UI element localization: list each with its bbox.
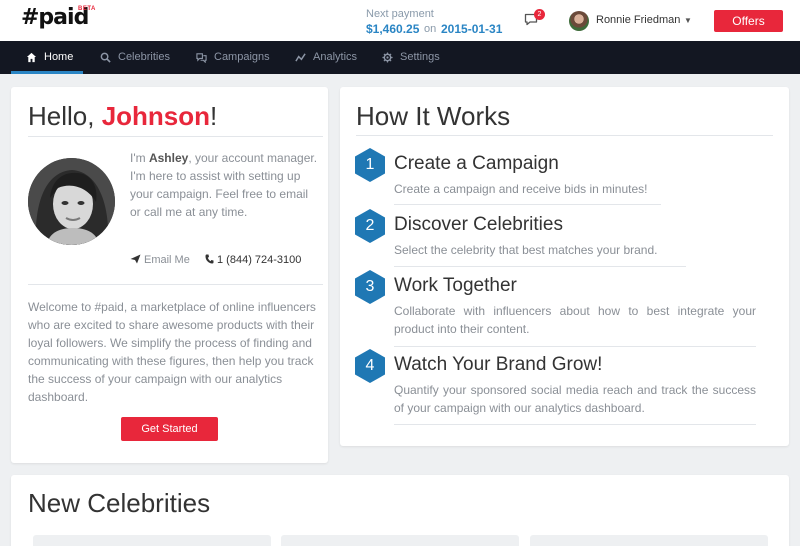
get-started-button[interactable]: Get Started	[121, 417, 218, 441]
nav-label: Celebrities	[118, 51, 170, 63]
user-name[interactable]: Ronnie Friedman	[596, 14, 680, 26]
welcome-card: Hello, Johnson! I'm Ashley, your account…	[11, 87, 328, 463]
step-title: Discover Celebrities	[394, 214, 563, 235]
manager-avatar	[28, 158, 115, 245]
divider	[394, 266, 686, 267]
step-number: 2	[365, 217, 375, 234]
divider	[28, 136, 323, 137]
gear-icon	[382, 52, 393, 63]
divider	[356, 135, 773, 136]
celebrity-tile[interactable]	[33, 535, 271, 546]
step-title: Work Together	[394, 275, 517, 296]
celebrity-tile[interactable]	[281, 535, 519, 546]
messages-count-badge: 2	[534, 9, 545, 20]
divider	[28, 284, 323, 285]
step-description: Create a campaign and receive bids in mi…	[394, 182, 648, 196]
new-celebrities-title: New Celebrities	[28, 488, 211, 518]
nav-label: Campaigns	[214, 51, 270, 63]
divider	[394, 204, 661, 205]
chart-icon	[295, 53, 306, 62]
send-icon	[130, 254, 141, 264]
main-nav: Home Celebrities Campaigns Analytics Set…	[0, 41, 800, 74]
how-it-works-card: How It Works 1 Create a Campaign Create …	[340, 87, 789, 446]
step-number: 4	[365, 357, 375, 374]
step-description: Select the celebrity that best matches y…	[394, 243, 658, 257]
how-it-works-title: How It Works	[356, 101, 511, 131]
active-tab-indicator	[11, 71, 83, 74]
new-celebrities-card: New Celebrities	[11, 475, 789, 546]
greeting-heading: Hello, Johnson!	[28, 101, 218, 131]
divider	[394, 424, 756, 425]
search-icon	[100, 52, 111, 63]
nav-label: Home	[44, 51, 74, 63]
step-number: 1	[365, 156, 375, 173]
next-payment-label: Next payment	[366, 8, 434, 20]
manager-intro-text: I'm Ashley, your account manager. I'm he…	[130, 151, 318, 219]
client-name: Johnson	[101, 101, 211, 131]
phone-icon	[205, 254, 214, 264]
step-title: Create a Campaign	[394, 153, 559, 174]
step-number: 3	[365, 278, 375, 295]
next-payment-amount: $1,460.25	[366, 22, 420, 36]
divider	[394, 346, 756, 347]
offers-button[interactable]: Offers	[714, 10, 783, 32]
top-bar: #paid BETA Next payment $1,460.25 on 201…	[0, 0, 800, 41]
phone-number[interactable]: 1 (844) 724-3100	[205, 254, 301, 266]
next-payment-on: on	[424, 23, 437, 35]
celebrity-tile[interactable]	[530, 535, 768, 546]
home-icon	[26, 52, 37, 63]
beta-badge: BETA	[78, 6, 96, 12]
user-avatar[interactable]	[569, 11, 589, 31]
nav-label: Settings	[400, 51, 440, 63]
welcome-text: Welcome to #paid, a marketplace of onlin…	[28, 300, 316, 404]
step-description: Collaborate with influencers about how t…	[394, 304, 756, 336]
step-title: Watch Your Brand Grow!	[394, 354, 603, 375]
email-me-link[interactable]: Email Me	[130, 254, 190, 266]
chevron-down-icon[interactable]: ▼	[684, 16, 692, 25]
manager-name: Ashley	[148, 151, 189, 165]
campaign-icon	[196, 53, 207, 63]
step-description: Quantify your sponsored social media rea…	[394, 383, 756, 415]
next-payment-date: 2015-01-31	[441, 22, 503, 36]
nav-label: Analytics	[313, 51, 358, 63]
